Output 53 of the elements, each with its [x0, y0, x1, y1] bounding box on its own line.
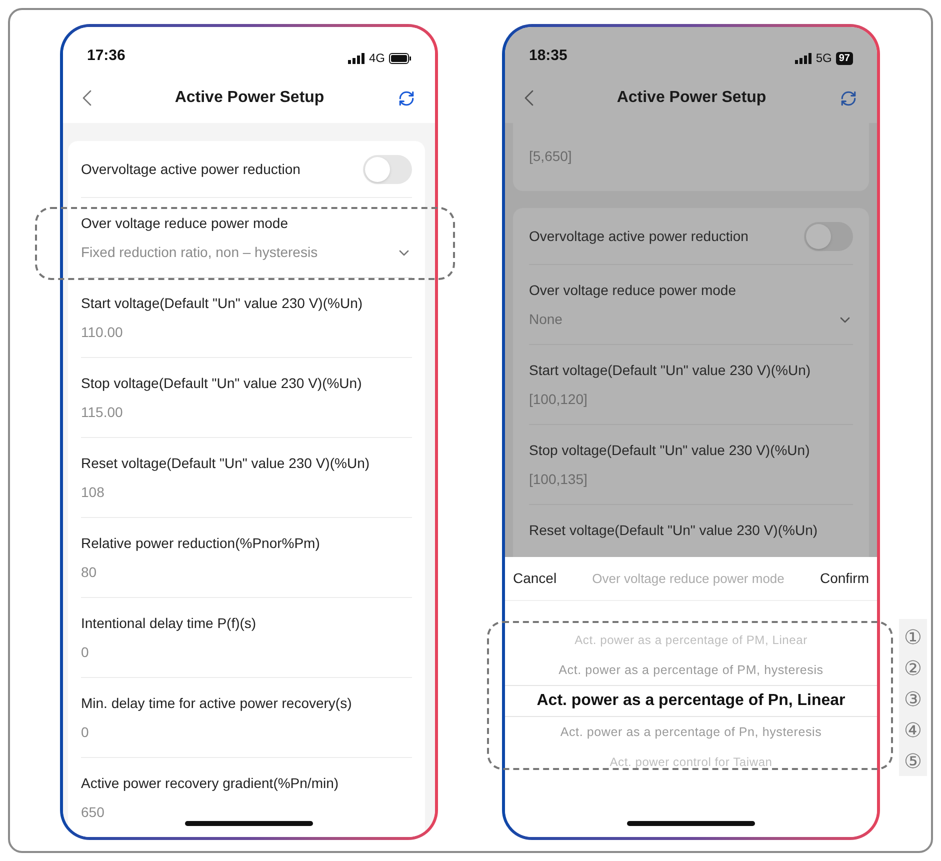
field-value: 108: [81, 483, 104, 502]
field-label: Over voltage reduce power mode: [529, 281, 737, 300]
picker-option[interactable]: Act. power as a percentage of PM, hysteresis: [505, 655, 877, 685]
refresh-icon[interactable]: [398, 90, 415, 106]
field-label: Min. delay time for active power recovery(s): [81, 694, 353, 713]
option-number-marker: ①: [904, 624, 922, 650]
battery-icon: [389, 52, 411, 64]
field-label: Start voltage(Default "Un" value 230 V)(%Un): [81, 294, 364, 313]
field-value: 80: [81, 563, 97, 582]
toggle-label: Overvoltage active power reduction: [529, 226, 748, 246]
toggle-switch[interactable]: [363, 154, 412, 184]
field-label: Reset voltage(Default "Un" value 230 V)(%Un): [81, 454, 371, 473]
picker-option[interactable]: Act. power as a percentage of PM, Linear: [505, 625, 877, 655]
field-label: Relative power reduction(%Pnor%Pm): [81, 534, 321, 553]
field-value[interactable]: None: [529, 309, 562, 330]
signal-icon: [348, 52, 365, 64]
field-label: Intentional delay time P(f)(s): [81, 614, 258, 633]
page-title: Active Power Setup: [174, 88, 324, 108]
signal-icon: [794, 52, 812, 64]
network-label: 5G: [816, 50, 832, 67]
field-value: [100,120]: [529, 390, 588, 409]
picker-title: Over voltage reduce power mode: [592, 570, 784, 588]
cancel-button[interactable]: Cancel: [513, 568, 557, 589]
option-number-marker: ③: [904, 686, 922, 712]
confirm-button[interactable]: Confirm: [820, 568, 869, 589]
page-title: Active Power Setup: [616, 88, 766, 108]
refresh-icon[interactable]: [840, 90, 857, 106]
option-number-marker: ②: [904, 654, 922, 682]
field-label: Stop voltage(Default "Un" value 230 V)(%Un): [81, 374, 363, 393]
field-value: [5,650]: [529, 148, 572, 164]
picker-option[interactable]: Act. power as a percentage of Pn, Linear: [505, 685, 877, 717]
field-label: Over voltage reduce power mode: [81, 214, 289, 233]
option-number-marker: ④: [904, 716, 922, 744]
option-number-marker: ⑤: [904, 748, 922, 774]
field-value: 650: [81, 803, 104, 822]
picker-option[interactable]: Act. power as a percentage of Pn, hysteresis: [505, 717, 877, 747]
field-label: Active power recovery gradient(%Pn/min): [81, 774, 340, 793]
field-label: Start voltage(Default "Un" value 230 V)(%Un): [529, 361, 812, 380]
toggle-label: Overvoltage active power reduction: [81, 160, 300, 179]
field-value: 115.00: [81, 403, 123, 422]
field-value: 110.00: [81, 323, 123, 342]
field-label: Reset voltage(Default "Un" value 230 V)(%Un): [529, 521, 819, 540]
toggle-switch[interactable]: [804, 222, 853, 250]
field-label: Stop voltage(Default "Un" value 230 V)(%Un): [529, 441, 811, 460]
field-value: 0: [81, 643, 89, 662]
status-time: 17:36: [87, 46, 126, 66]
status-time: 18:35: [529, 46, 568, 66]
network-label: 4G: [368, 50, 385, 67]
picker-option[interactable]: Act. power control for Taiwan: [505, 747, 877, 777]
field-value[interactable]: Fixed reduction ratio, non – hysteresis: [81, 242, 318, 263]
field-value: 0: [81, 723, 89, 742]
battery-level-badge: 97: [836, 52, 853, 64]
field-value: [100,135]: [529, 470, 588, 489]
